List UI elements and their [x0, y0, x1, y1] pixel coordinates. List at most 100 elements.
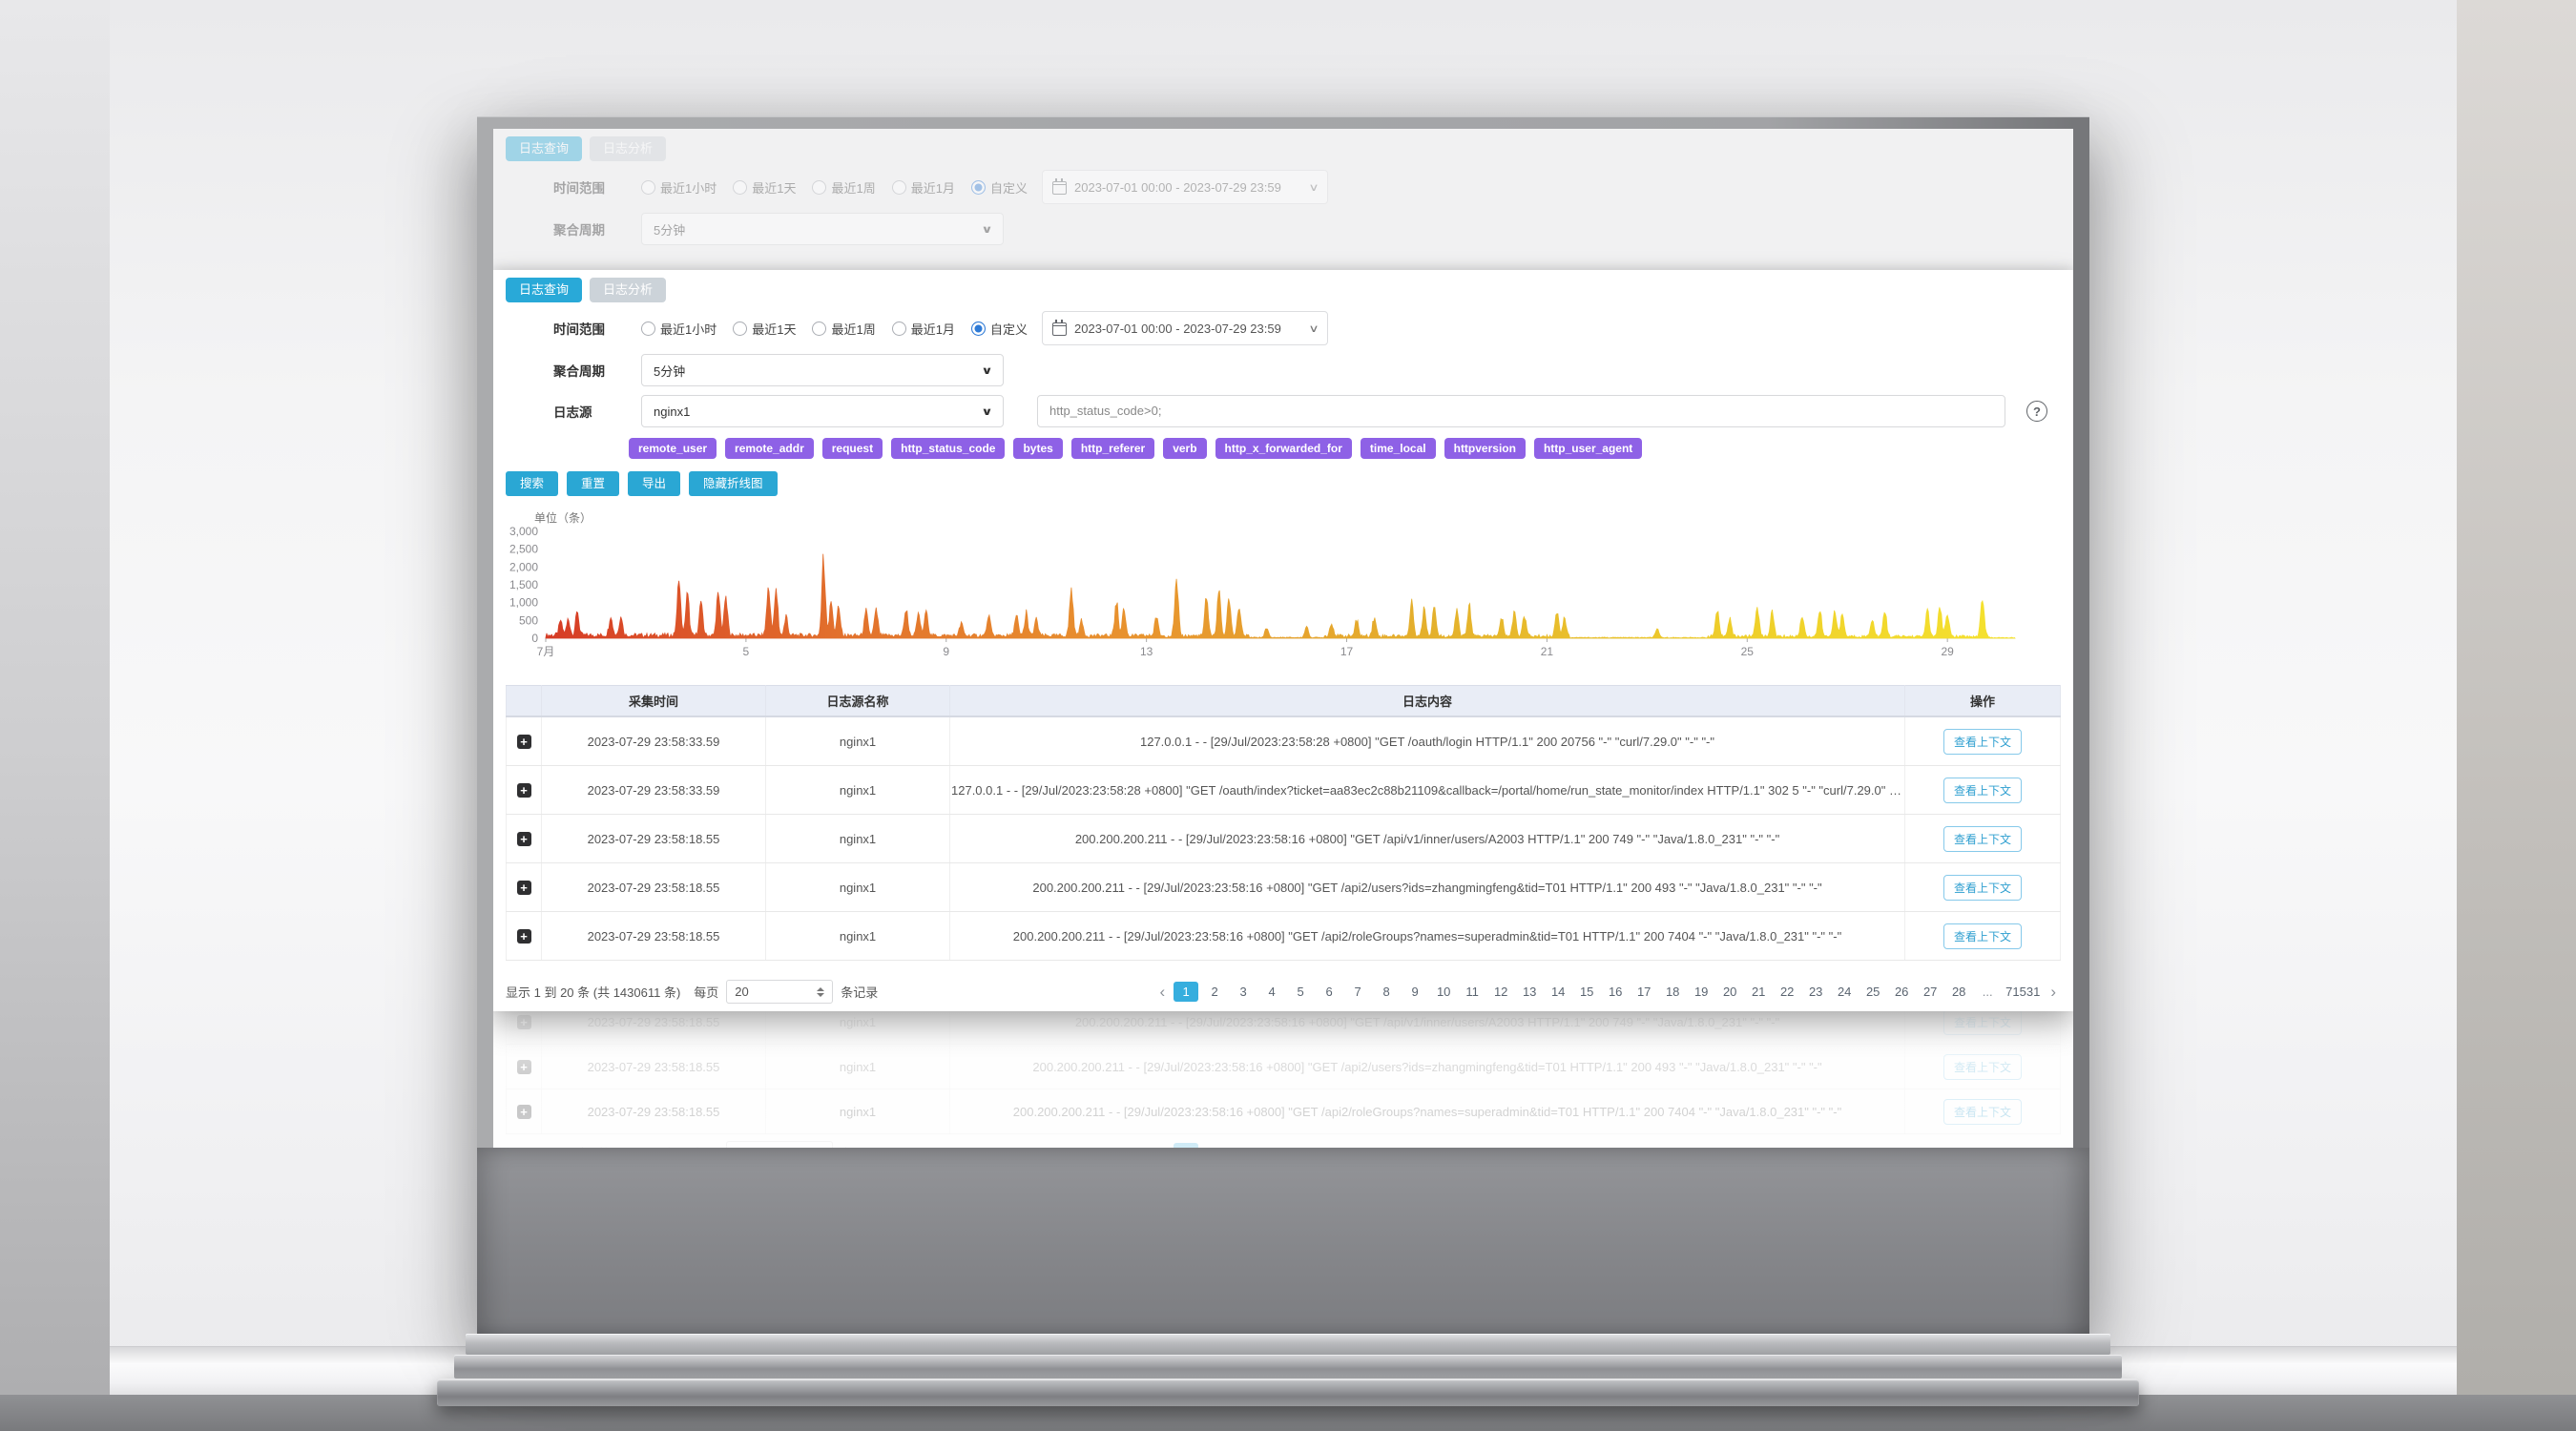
time-option-radio[interactable]: 自定义 [971, 320, 1028, 338]
page-number[interactable]: 20 [1717, 982, 1742, 1002]
chevron-down-icon: ∨ [1308, 181, 1319, 194]
page-number[interactable]: 2 [1202, 982, 1227, 1002]
page-number[interactable]: 12 [1488, 982, 1513, 1002]
page-number[interactable]: 21 [1746, 982, 1771, 1002]
expand-row-icon: + [517, 1105, 531, 1119]
export-button[interactable]: 导出 [628, 471, 680, 496]
page-number[interactable]: 6 [1317, 982, 1341, 1002]
page-number[interactable]: 3 [1231, 982, 1256, 1002]
page-number[interactable]: 19 [1689, 982, 1714, 1002]
page-number: 17 [1631, 1143, 1656, 1148]
view-context-button[interactable]: 查看上下文 [1943, 778, 2022, 803]
page-number[interactable]: 9 [1402, 982, 1427, 1002]
field-tag[interactable]: verb [1163, 438, 1206, 459]
page-number[interactable]: 15 [1574, 982, 1599, 1002]
field-tag[interactable]: remote_user [629, 438, 717, 459]
page-number[interactable]: 10 [1431, 982, 1456, 1002]
field-tag[interactable]: bytes [1013, 438, 1062, 459]
tab[interactable]: 日志查询 [506, 278, 582, 302]
search-button[interactable]: 搜索 [506, 471, 558, 496]
page-number[interactable]: 27 [1918, 982, 1942, 1002]
ghost-date-range-input: 2023-07-01 00:00 - 2023-07-29 23:59 ∨ [1042, 170, 1328, 204]
table-row: + 2023-07-29 23:58:18.55 nginx1 200.200.… [507, 912, 2061, 961]
field-tag[interactable]: request [822, 438, 883, 459]
ghost-table-row: + 2023-07-29 23:58:18.55 nginx1 200.200.… [507, 1089, 2061, 1134]
time-option-radio[interactable]: 最近1天 [733, 320, 796, 338]
stepper-icon[interactable] [817, 987, 824, 997]
page-number: 18 [1660, 1143, 1685, 1148]
page-number[interactable]: 22 [1775, 982, 1799, 1002]
page-number[interactable]: 14 [1546, 982, 1570, 1002]
view-context-button[interactable]: 查看上下文 [1943, 923, 2022, 949]
page-number: 20 [1717, 1143, 1742, 1148]
time-option-radio[interactable]: 最近1月 [892, 320, 955, 338]
field-tag[interactable]: time_local [1361, 438, 1436, 459]
help-icon[interactable]: ? [2026, 401, 2047, 422]
field-tag[interactable]: remote_addr [725, 438, 814, 459]
page-number: 8 [1374, 1143, 1399, 1148]
aggregation-select[interactable]: 5分钟 ∨ [641, 354, 1004, 386]
page-number[interactable]: 23 [1803, 982, 1828, 1002]
page-list: ‹ 12345678910111213141516171819202122232… [1155, 982, 2062, 1002]
page-number[interactable]: 18 [1660, 982, 1685, 1002]
page-number[interactable]: 24 [1832, 982, 1857, 1002]
field-tag[interactable]: http_user_agent [1534, 438, 1642, 459]
monitor-stand-base [437, 1379, 2139, 1406]
field-tag[interactable]: http_referer [1071, 438, 1154, 459]
field-tag[interactable]: http_x_forwarded_for [1215, 438, 1352, 459]
svg-text:500: 500 [519, 613, 538, 627]
tab[interactable]: 日志分析 [590, 278, 666, 302]
time-option-radio[interactable]: 最近1周 [812, 320, 875, 338]
radio-icon [812, 321, 826, 336]
log-source-label: 日志源 [553, 402, 641, 421]
page-number[interactable]: 17 [1631, 982, 1656, 1002]
time-range-label: 时间范围 [553, 319, 641, 338]
next-page-icon: › [2046, 1144, 2061, 1149]
col-source: 日志源名称 [766, 686, 950, 717]
ghost-aggregation-select: 5分钟 ∨ [641, 213, 1004, 245]
per-page-input[interactable]: 20 [726, 980, 833, 1004]
page-number[interactable]: 4 [1259, 982, 1284, 1002]
filter-expression-input[interactable]: http_status_code>0; [1037, 395, 2005, 427]
expand-row-icon[interactable]: + [517, 881, 531, 895]
page-number[interactable]: 5 [1288, 982, 1313, 1002]
chevron-down-icon: ∨ [981, 223, 993, 236]
expand-row-icon[interactable]: + [517, 783, 531, 798]
page-number: 26 [1889, 1143, 1914, 1148]
ghost-radio-option: 最近1天 [733, 178, 796, 197]
svg-text:5: 5 [743, 645, 750, 658]
page-number: 7 [1345, 1143, 1370, 1148]
reset-button[interactable]: 重置 [567, 471, 619, 496]
page-number[interactable]: 13 [1517, 982, 1542, 1002]
svg-text:0: 0 [531, 632, 538, 645]
page-number[interactable]: 1 [1174, 982, 1198, 1002]
page-number[interactable]: 28 [1946, 982, 1971, 1002]
log-source-select[interactable]: nginx1 ∨ [641, 395, 1004, 427]
log-source-row: 日志源 nginx1 ∨ http_status_code>0; ? [506, 395, 2061, 427]
toggle-chart-button[interactable]: 隐藏折线图 [689, 471, 778, 496]
next-page-icon[interactable]: › [2046, 983, 2061, 1002]
prev-page-icon[interactable]: ‹ [1155, 983, 1171, 1002]
page-number[interactable]: 11 [1460, 982, 1485, 1002]
field-tag[interactable]: http_status_code [891, 438, 1005, 459]
page-number[interactable]: 26 [1889, 982, 1914, 1002]
radio-icon [641, 321, 655, 336]
page-number[interactable]: 25 [1860, 982, 1885, 1002]
view-context-button[interactable]: 查看上下文 [1943, 729, 2022, 755]
cell-time: 2023-07-29 23:58:33.59 [542, 716, 766, 766]
view-context-button[interactable]: 查看上下文 [1943, 875, 2022, 901]
expand-row-icon[interactable]: + [517, 929, 531, 944]
page-number[interactable]: ... [1975, 982, 2000, 1002]
view-context-button[interactable]: 查看上下文 [1943, 826, 2022, 852]
date-range-input[interactable]: 2023-07-01 00:00 - 2023-07-29 23:59 ∨ [1042, 311, 1328, 345]
time-option-radio[interactable]: 最近1小时 [641, 320, 717, 338]
field-tag[interactable]: httpversion [1444, 438, 1526, 459]
expand-row-icon[interactable]: + [517, 832, 531, 846]
svg-text:2,500: 2,500 [509, 543, 538, 556]
expand-row-icon[interactable]: + [517, 735, 531, 749]
page-number[interactable]: 8 [1374, 982, 1399, 1002]
calendar-icon [1052, 322, 1067, 336]
page-number[interactable]: 16 [1603, 982, 1628, 1002]
page-number[interactable]: 71531 [2004, 982, 2042, 1002]
page-number[interactable]: 7 [1345, 982, 1370, 1002]
